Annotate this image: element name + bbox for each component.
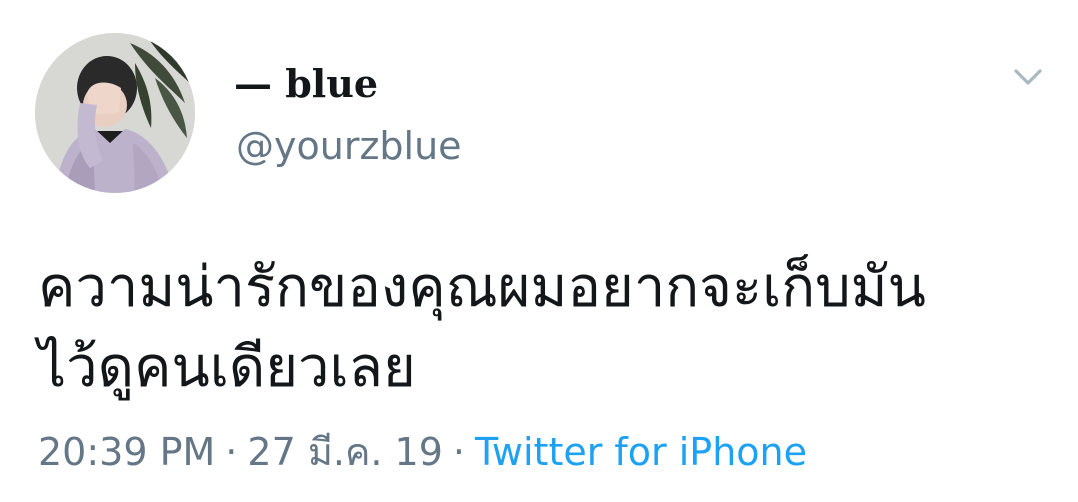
tweet-time[interactable]: 20:39 PM bbox=[38, 430, 215, 474]
tweet-card: — blue @yourzblue ความน่ารักของคุณผมอยาก… bbox=[0, 0, 1078, 502]
tweet-date[interactable]: 27 มี.ค. 19 bbox=[247, 430, 443, 474]
chevron-down-icon[interactable] bbox=[1008, 60, 1048, 96]
tweet-text-line: ความน่ารักของคุณผมอยากจะเก็บมัน bbox=[38, 255, 926, 320]
display-name[interactable]: — blue bbox=[234, 60, 378, 108]
user-handle[interactable]: @yourzblue bbox=[236, 122, 462, 170]
tweet-source-link[interactable]: Twitter for iPhone bbox=[475, 430, 807, 474]
tweet-text: ความน่ารักของคุณผมอยากจะเก็บมัน ไว้ดูคนเ… bbox=[38, 248, 1048, 408]
meta-separator: · bbox=[452, 430, 465, 474]
meta-separator: · bbox=[225, 430, 238, 474]
tweet-text-line: ไว้ดูคนเดียวเลย bbox=[38, 335, 416, 400]
tweet-meta: 20:39 PM · 27 มี.ค. 19 · Twitter for iPhone bbox=[38, 424, 807, 480]
avatar-photo bbox=[35, 33, 195, 193]
avatar[interactable] bbox=[35, 33, 195, 193]
